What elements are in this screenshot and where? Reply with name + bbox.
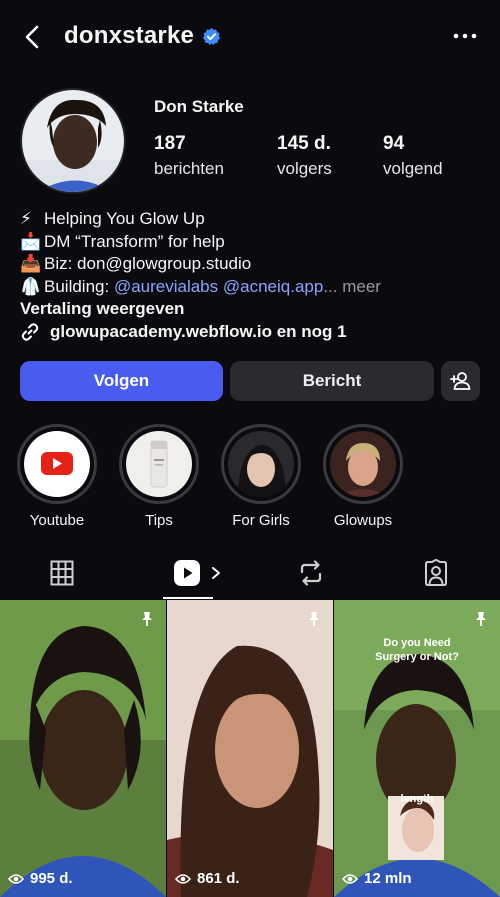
stat-following[interactable]: 94 volgend (383, 133, 443, 179)
pin-icon (142, 612, 152, 626)
reel-thumbnail[interactable]: 995 d. (0, 600, 166, 897)
highlight-label: Tips (145, 512, 173, 529)
grid-icon (50, 560, 74, 586)
stat-followers[interactable]: 145 d. volgers (277, 133, 332, 179)
profile-avatar[interactable] (20, 88, 126, 194)
highlight-tips[interactable]: Tips (119, 424, 199, 529)
pin-icon (309, 612, 319, 626)
highlight-ring (221, 424, 301, 504)
bio-text: Helping You Glow Up (44, 209, 205, 228)
highlight-label: Youtube (29, 512, 85, 529)
stat-label: berichten (154, 159, 224, 178)
reel-view-count: 12 mln (342, 870, 412, 887)
message-button[interactable]: Bericht (230, 361, 434, 401)
reel-views-text: 12 mln (364, 870, 412, 887)
stat-value: 145 d. (277, 133, 331, 154)
bio-line: 📩 DM “Transform” for help (20, 231, 490, 254)
highlight-ring (323, 424, 403, 504)
highlight-cover (24, 431, 90, 497)
highlight-cover (126, 431, 192, 497)
highlight-label: For Girls (232, 512, 290, 529)
reels-icon (174, 560, 200, 586)
highlight-glowups[interactable]: Glowups (323, 424, 403, 529)
chevron-right-icon (212, 567, 220, 579)
follow-button-label: Volgen (93, 371, 150, 390)
stat-posts[interactable]: 187 berichten (154, 133, 224, 179)
tab-reels[interactable] (163, 548, 233, 598)
bio-line: ⚡ Helping You Glow Up (20, 208, 490, 231)
stat-label: volgers (277, 159, 332, 178)
stat-value: 187 (154, 133, 186, 154)
person-add-icon (449, 372, 470, 390)
verified-badge-icon (202, 27, 221, 46)
bio-line: 📥 Biz: don@glowgroup.studio (20, 253, 490, 276)
tagged-user-icon (425, 559, 447, 586)
highlight-ring (119, 424, 199, 504)
reel-thumbnail[interactable]: Do you Need Surgery or Not? length 12 ml… (334, 600, 500, 897)
mention-link[interactable]: @aurevialabs (114, 276, 218, 299)
suggested-users-button[interactable] (441, 361, 480, 401)
highlight-ring (17, 424, 97, 504)
translate-bio-link[interactable]: Vertaling weergeven (20, 299, 184, 319)
repost-icon (300, 560, 322, 586)
reel-view-count: 861 d. (175, 870, 240, 887)
lab-coat-emoji: 🥼 (20, 276, 42, 296)
reel-overlay-label: length (400, 793, 434, 805)
profile-username: donxstarke (64, 22, 195, 49)
pin-icon (476, 612, 486, 626)
follow-button[interactable]: Volgen (20, 361, 223, 401)
mention-link[interactable]: @acneiq.app (223, 276, 323, 299)
profile-tabs (0, 548, 500, 600)
bio-ellipsis: ... (323, 276, 338, 296)
stat-value: 94 (383, 133, 405, 154)
active-tab-indicator (163, 597, 213, 599)
lightning-emoji: ⚡ (20, 209, 32, 228)
chevron-left-icon[interactable] (18, 22, 48, 52)
eye-icon (175, 873, 191, 884)
external-link[interactable]: glowupacademy.webflow.io en nog 1 (20, 322, 347, 342)
highlight-for-girls[interactable]: For Girls (221, 424, 301, 529)
link-icon (21, 323, 39, 341)
reels-grid: 995 d. 861 d. Do you Need Surgery or Not… (0, 600, 500, 897)
profile-header: donxstarke (0, 0, 500, 76)
highlight-label: Glowups (333, 512, 393, 529)
eye-icon (342, 873, 358, 884)
tab-tagged[interactable] (411, 548, 461, 598)
reel-views-text: 995 d. (30, 870, 73, 887)
inbox-emoji: 📩 (20, 231, 42, 251)
reel-thumbnail[interactable]: 861 d. (167, 600, 333, 897)
tab-reposts[interactable] (286, 548, 336, 598)
bio-more-button[interactable]: meer (338, 276, 381, 299)
bio-line: 🥼 Building: @aurevialabs @acneiq.app ...… (20, 276, 490, 299)
message-button-label: Bericht (302, 371, 362, 390)
eye-icon (8, 873, 24, 884)
highlight-cover (228, 431, 294, 497)
tab-grid[interactable] (37, 548, 87, 598)
bio-text: Biz: don@glowgroup.studio (44, 254, 252, 273)
external-link-text: glowupacademy.webflow.io en nog 1 (50, 322, 347, 341)
reel-views-text: 861 d. (197, 870, 240, 887)
inbox-tray-emoji: 📥 (20, 254, 42, 273)
stat-label: volgend (383, 159, 443, 178)
highlight-youtube[interactable]: Youtube (17, 424, 97, 529)
highlight-cover (330, 431, 396, 497)
bio-text: Building: (44, 276, 114, 296)
profile-display-name: Don Starke (154, 97, 244, 116)
reel-view-count: 995 d. (8, 870, 73, 887)
reel-overlay-title: Do you Need Surgery or Not? (375, 637, 459, 663)
profile-bio: ⚡ Helping You Glow Up 📩 DM “Transform” f… (20, 208, 490, 298)
bio-text: DM “Transform” for help (44, 231, 225, 251)
more-horizontal-icon[interactable] (452, 26, 478, 46)
